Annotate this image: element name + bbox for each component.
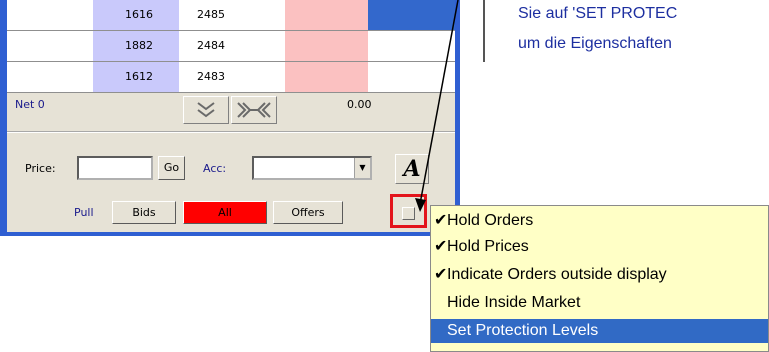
checkmark-icon: ✔ <box>434 212 448 229</box>
menu-item-indicate-orders[interactable]: ✔ Indicate Orders outside display <box>431 263 768 287</box>
menu-item-hold-orders[interactable]: ✔ Hold Orders <box>431 209 768 233</box>
options-context-menu: ✔ Hold Orders ✔ Hold Prices ✔ Indicate Orde… <box>430 205 769 352</box>
menu-item-hold-prices[interactable]: ✔ Hold Prices <box>431 235 768 259</box>
menu-item-hide-inside-market[interactable]: Hide Inside Market <box>431 291 768 315</box>
checkmark-icon: ✔ <box>434 238 448 255</box>
menu-item-set-protection-levels[interactable]: Set Protection Levels <box>431 319 768 343</box>
checkmark-icon: ✔ <box>434 266 448 283</box>
